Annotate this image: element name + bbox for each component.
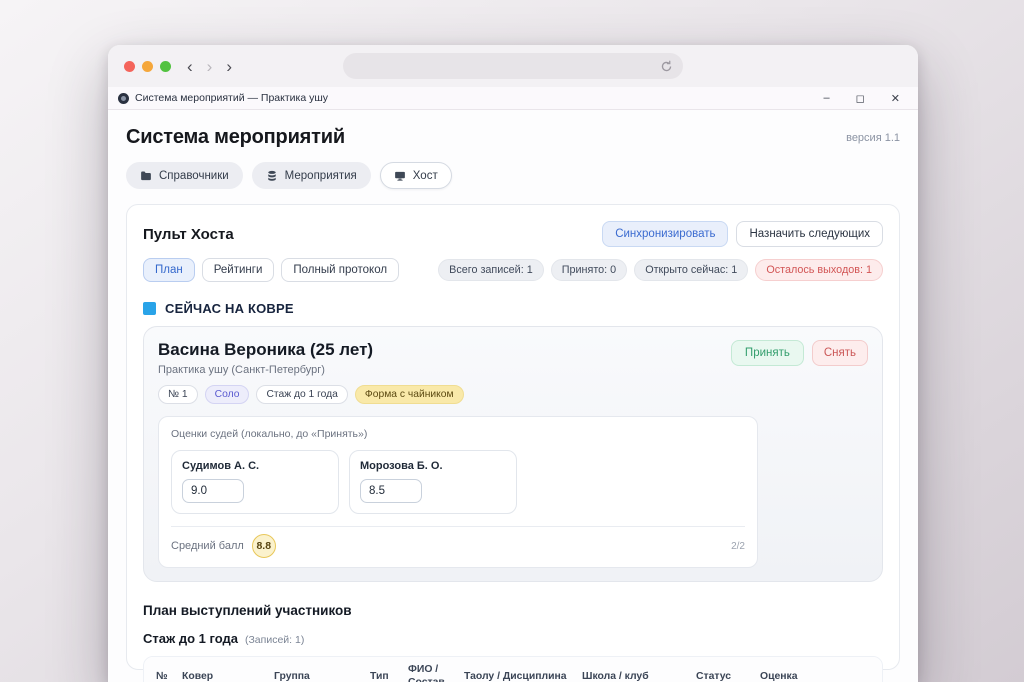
monitor-icon [394,170,406,182]
accept-button[interactable]: Принять [731,340,804,366]
zoom-traffic-icon[interactable] [160,61,171,72]
sync-button[interactable]: Синхронизировать [602,221,728,247]
assign-next-button[interactable]: Назначить следующих [736,221,883,247]
judges-label: Оценки судей (локально, до «Принять») [171,428,745,440]
panel-title: Пульт Хоста [143,226,234,243]
view-tabs: План Рейтинги Полный протокол [143,258,399,282]
section-title: СЕЙЧАС НА КОВРЕ [165,301,294,316]
judge-card: Судимов А. С. [171,450,339,514]
nav-item-events[interactable]: Мероприятия [252,162,371,189]
tab-plan[interactable]: План [143,258,195,282]
close-button[interactable]: ✕ [891,92,900,105]
badge-type: Соло [205,385,250,404]
judges-panel: Оценки судей (локально, до «Принять») Су… [158,416,758,568]
group-count: (Записей: 1) [245,634,304,646]
address-bar[interactable] [343,53,683,79]
badge-group: Стаж до 1 года [256,385,347,404]
minimize-button[interactable]: – [824,92,830,105]
tab-full-protocol[interactable]: Полный протокол [281,258,399,282]
participant-badges: № 1 Соло Стаж до 1 года Форма с чайником [158,385,868,404]
nav-item-label: Хост [413,170,438,182]
back-icon[interactable]: ‹ [187,58,193,75]
app-favicon-icon [118,93,129,104]
col-header: Школа / клуб [582,664,696,682]
plan-title: План выступлений участников [143,603,883,618]
table-header-row: № Ковер Группа Тип ФИО / Состав Таолу / … [144,657,882,682]
host-panel: Пульт Хоста Синхронизировать Назначить с… [126,204,900,670]
badge-discipline: Форма с чайником [355,385,464,404]
browser-toolbar: ‹ › › [108,45,918,87]
database-icon [266,170,278,182]
app-window: ‹ › › Система мероприятий — Практика ушу… [108,45,918,682]
stat-remaining-exits: Осталось выходов: 1 [755,259,883,281]
col-header: Таолу / Дисциплина [464,664,582,682]
judge-score-input[interactable] [182,479,244,503]
stat-open-now: Открыто сейчас: 1 [634,259,748,281]
remove-button[interactable]: Снять [812,340,868,366]
minimize-traffic-icon[interactable] [142,61,153,72]
col-header: Статус [696,664,760,682]
group-title: Стаж до 1 года [143,631,238,646]
reload-icon[interactable] [660,60,673,73]
stat-total-records: Всего записей: 1 [438,259,544,281]
judge-name: Морозова Б. О. [360,460,506,472]
col-header: Группа [274,664,370,682]
tab-ratings[interactable]: Рейтинги [202,258,275,282]
next-icon[interactable]: › [226,58,232,75]
col-header: № [156,664,182,682]
plan-table: № Ковер Группа Тип ФИО / Состав Таолу / … [143,656,883,682]
participant-card: Васина Вероника (25 лет) Практика ушу (С… [143,326,883,582]
col-header: Тип [370,664,408,682]
judge-score-input[interactable] [360,479,422,503]
nav-item-label: Справочники [159,170,229,182]
nav-item-directories[interactable]: Справочники [126,162,243,189]
judges-progress: 2/2 [731,541,745,552]
badge-number: № 1 [158,385,198,404]
window-title: Система мероприятий — Практика ушу [135,92,818,104]
stat-accepted: Принято: 0 [551,259,627,281]
folder-icon [140,170,152,182]
maximize-button[interactable]: ◻ [856,92,865,105]
col-header: ФИО / Состав [408,657,464,682]
page-content: Система мероприятий версия 1.1 Справочни… [108,110,918,682]
version-label: версия 1.1 [846,132,900,144]
main-nav: Справочники Мероприятия Хост [126,162,900,189]
average-score-label: Средний балл [171,540,244,552]
page-title: Система мероприятий [126,126,345,149]
now-on-carpet-icon [143,302,156,315]
col-header: Ковер [182,664,274,682]
nav-item-host[interactable]: Хост [380,162,452,189]
traffic-lights [124,61,171,72]
forward-icon: › [207,58,213,75]
average-score-badge: 8.8 [252,534,276,558]
judge-card: Морозова Б. О. [349,450,517,514]
close-traffic-icon[interactable] [124,61,135,72]
col-header: Оценка [760,664,798,682]
nav-item-label: Мероприятия [285,170,357,182]
app-titlebar: Система мероприятий — Практика ушу – ◻ ✕ [108,87,918,110]
participant-school: Практика ушу (Санкт-Петербург) [158,364,373,376]
stats-row: Всего записей: 1 Принято: 0 Открыто сейч… [438,259,883,281]
judge-name: Судимов А. С. [182,460,328,472]
participant-name: Васина Вероника (25 лет) [158,340,373,360]
